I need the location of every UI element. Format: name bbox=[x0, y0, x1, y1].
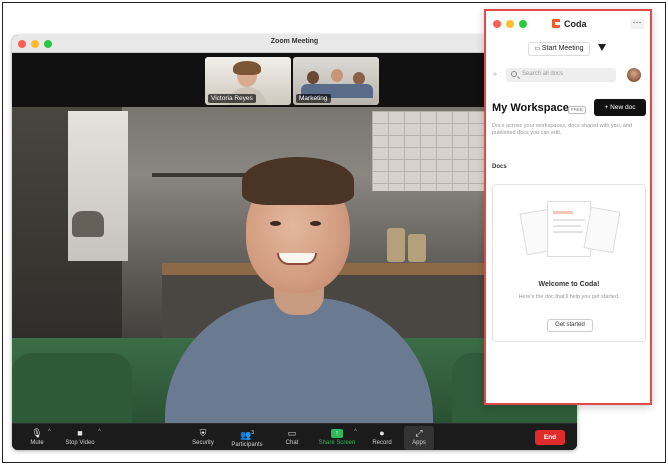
plan-badge: FREE bbox=[568, 106, 587, 114]
more-options-button[interactable]: ··· bbox=[630, 18, 644, 29]
close-window-button[interactable] bbox=[493, 20, 501, 28]
meeting-toolbar: 🎙 Mute ^ ■ Stop Video ^ ⛨ Security 👥3 Pa… bbox=[12, 423, 577, 450]
participant-tile[interactable]: Marketing bbox=[293, 57, 379, 105]
search-icon bbox=[511, 71, 517, 77]
record-button[interactable]: ● Record bbox=[368, 426, 396, 450]
search-input[interactable]: Search all docs bbox=[506, 68, 616, 82]
new-doc-button[interactable]: + New doc bbox=[594, 99, 646, 116]
coda-panel: Coda ··· ▭ Start Meeting » Search all do… bbox=[484, 9, 652, 405]
video-camera-icon: ▭ bbox=[534, 46, 542, 52]
participant-name: Marketing bbox=[296, 94, 331, 103]
chat-bubble-icon: ▭ bbox=[287, 428, 297, 438]
apps-icon: ⤢ bbox=[415, 428, 423, 438]
people-icon: 👥3 bbox=[240, 430, 254, 440]
avatar[interactable] bbox=[627, 68, 641, 82]
welcome-title: Welcome to Coda! bbox=[538, 281, 600, 288]
filter-icon[interactable] bbox=[598, 44, 606, 51]
participant-tile[interactable]: Victoria Reyes bbox=[205, 57, 291, 105]
video-camera-icon: ■ bbox=[77, 428, 83, 438]
chat-button[interactable]: ▭ Chat bbox=[280, 426, 304, 450]
share-screen-button[interactable]: ↑ Share Screen bbox=[315, 426, 359, 450]
start-meeting-button[interactable]: ▭ Start Meeting bbox=[528, 42, 590, 56]
docs-illustration bbox=[519, 197, 621, 261]
chevron-up-icon[interactable]: ^ bbox=[98, 429, 101, 435]
maximize-window-button[interactable] bbox=[519, 20, 527, 28]
chevron-up-icon[interactable]: ^ bbox=[48, 429, 51, 435]
shield-icon: ⛨ bbox=[199, 428, 207, 438]
minimize-window-button[interactable] bbox=[506, 20, 514, 28]
get-started-button[interactable]: Get started bbox=[547, 319, 593, 332]
apps-button[interactable]: ⤢ Apps bbox=[404, 426, 434, 450]
workspace-description: Docs across your workspaces, docs shared… bbox=[492, 123, 633, 136]
page-title: My Workspace bbox=[492, 102, 569, 114]
welcome-description: Here's the doc that'll help you get star… bbox=[518, 294, 620, 300]
coda-logo-icon bbox=[552, 19, 560, 28]
docs-section-label: Docs bbox=[492, 164, 507, 170]
security-button[interactable]: ⛨ Security bbox=[188, 426, 218, 450]
welcome-card: Welcome to Coda! Here's the doc that'll … bbox=[492, 184, 646, 342]
app-name: Coda bbox=[564, 19, 587, 29]
participants-button[interactable]: 👥3 Participants bbox=[226, 426, 268, 450]
participant-name: Victoria Reyes bbox=[208, 94, 256, 103]
record-icon: ● bbox=[379, 428, 385, 438]
expand-sidebar-icon[interactable]: » bbox=[493, 71, 497, 78]
end-meeting-button[interactable]: End bbox=[535, 430, 565, 445]
chevron-up-icon[interactable]: ^ bbox=[354, 429, 357, 435]
window-controls bbox=[493, 20, 527, 28]
share-screen-icon: ↑ bbox=[331, 429, 343, 438]
stop-video-button[interactable]: ■ Stop Video bbox=[60, 426, 100, 450]
